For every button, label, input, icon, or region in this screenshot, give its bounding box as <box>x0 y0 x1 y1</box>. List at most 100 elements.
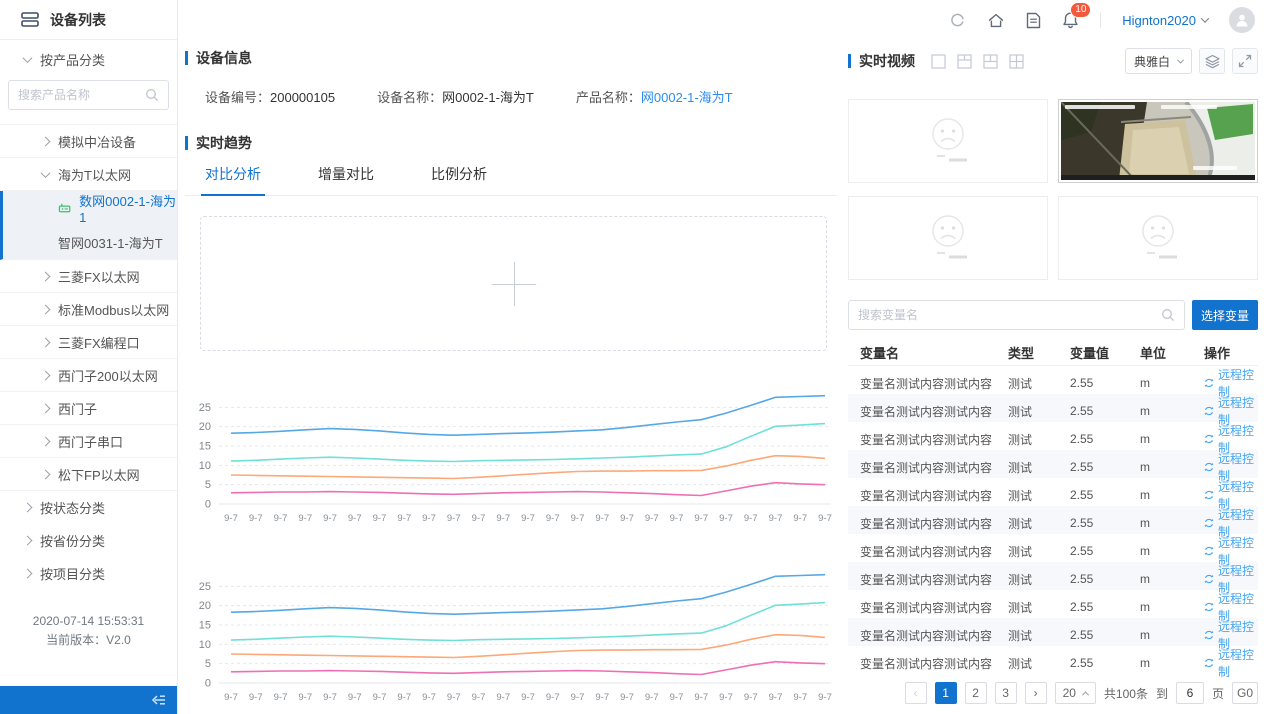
remote-control-label: 远程控制 <box>1218 646 1258 680</box>
trend-chart-1: 05101520259-79-79-79-79-79-79-79-79-79-7… <box>185 378 837 535</box>
collapse-sidebar-icon[interactable] <box>150 693 168 707</box>
tree-item-西门子[interactable]: 西门子 <box>0 392 177 425</box>
title-accent-bar <box>185 51 188 65</box>
tree-item-模拟中冶设备[interactable]: 模拟中冶设备 <box>0 125 177 158</box>
variable-search-input[interactable] <box>858 308 1161 322</box>
svg-text:9-7: 9-7 <box>546 513 560 524</box>
refresh-icon[interactable] <box>949 12 966 29</box>
cell-unit: m <box>1140 572 1204 586</box>
user-menu[interactable]: Hignton2020 <box>1122 13 1208 28</box>
cell-value: 2.55 <box>1070 572 1140 586</box>
cell-type: 测试 <box>1008 543 1070 560</box>
svg-text:9-7: 9-7 <box>274 692 288 703</box>
page-size-select[interactable]: 20 <box>1055 682 1096 704</box>
column-header-变量名: 变量名 <box>860 343 1008 362</box>
table-row: 变量名测试内容测试内容测试2.55m远程控制 <box>848 618 1258 646</box>
search-icon[interactable] <box>1161 308 1175 322</box>
page-button-3[interactable]: 3 <box>995 682 1017 704</box>
svg-text:9-7: 9-7 <box>447 692 461 703</box>
field-value[interactable]: 网0002-1-海为T <box>641 90 733 105</box>
tab-增量对比[interactable]: 增量对比 <box>318 164 374 195</box>
sidebar-category-按项目分类[interactable]: 按项目分类 <box>0 557 177 590</box>
svg-text:15: 15 <box>199 620 211 632</box>
tab-对比分析[interactable]: 对比分析 <box>205 164 261 195</box>
search-icon[interactable] <box>145 88 159 102</box>
video-slot-empty[interactable] <box>848 196 1048 280</box>
cell-type: 测试 <box>1008 487 1070 504</box>
cell-type: 测试 <box>1008 459 1070 476</box>
remote-control-icon <box>1204 433 1214 445</box>
cell-value: 2.55 <box>1070 656 1140 670</box>
table-row: 变量名测试内容测试内容测试2.55m远程控制 <box>848 590 1258 618</box>
notification-badge: 10 <box>1070 2 1091 18</box>
home-icon[interactable] <box>987 12 1005 29</box>
tree-child-数网0002-1-海为1[interactable]: 数网0002-1-海为1 <box>3 191 177 225</box>
video-slot-empty[interactable] <box>848 99 1048 183</box>
document-icon[interactable] <box>1026 12 1041 29</box>
fullscreen-icon[interactable] <box>1232 48 1258 74</box>
tree-child-智网0031-1-海为T[interactable]: 智网0031-1-海为T <box>3 225 177 259</box>
tab-比例分析[interactable]: 比例分析 <box>431 164 487 195</box>
trend-tabs: 对比分析 增量对比 比例分析 <box>185 164 837 196</box>
tree-item-西门子串口[interactable]: 西门子串口 <box>0 425 177 458</box>
layout-single-icon[interactable] <box>931 54 946 69</box>
video-slot-empty[interactable] <box>1058 196 1258 280</box>
video-grid <box>848 99 1258 280</box>
sidebar-category-按状态分类[interactable]: 按状态分类 <box>0 491 177 524</box>
page-button-2[interactable]: 2 <box>965 682 987 704</box>
cell-unit: m <box>1140 488 1204 502</box>
bell-icon[interactable]: 10 <box>1062 11 1079 29</box>
username: Hignton2020 <box>1122 13 1196 28</box>
svg-text:9-7: 9-7 <box>274 513 288 524</box>
total-count-label: 共100条 <box>1104 685 1148 702</box>
sidebar-group-label: 按产品分类 <box>40 50 105 69</box>
remote-control-link[interactable]: 远程控制 <box>1204 646 1258 680</box>
layout-one-plus-two-icon[interactable] <box>983 54 998 69</box>
page-button-1[interactable]: 1 <box>935 682 957 704</box>
select-variable-button[interactable]: 选择变量 <box>1192 300 1258 330</box>
cell-type: 测试 <box>1008 403 1070 420</box>
remote-control-icon <box>1204 377 1214 389</box>
cell-value: 2.55 <box>1070 516 1140 530</box>
product-search-input[interactable] <box>18 88 145 102</box>
chevron-down-icon <box>1177 56 1184 63</box>
layout-two-pane-icon[interactable] <box>957 54 972 69</box>
tree-item-松下FP以太网[interactable]: 松下FP以太网 <box>0 458 177 491</box>
layout-grid-2x2-icon[interactable] <box>1009 54 1024 69</box>
tree-item-三菱FX编程口[interactable]: 三菱FX编程口 <box>0 326 177 359</box>
tree-item-label: 西门子 <box>58 399 97 418</box>
cell-name: 变量名测试内容测试内容 <box>860 375 1008 392</box>
layers-icon[interactable] <box>1199 48 1225 74</box>
svg-text:9-7: 9-7 <box>744 692 758 703</box>
video-slot-live[interactable] <box>1058 99 1258 183</box>
svg-text:9-7: 9-7 <box>571 692 585 703</box>
field-label: 产品名称： <box>576 90 641 105</box>
go-button[interactable]: G0 <box>1232 682 1258 704</box>
svg-text:9-7: 9-7 <box>298 692 312 703</box>
tree-item-海为T以太网[interactable]: 海为T以太网 <box>0 158 177 191</box>
svg-text:9-7: 9-7 <box>472 513 486 524</box>
variable-table-header: 变量名类型变量值单位操作 <box>848 339 1258 366</box>
cell-type: 测试 <box>1008 375 1070 392</box>
tree-item-标准Modbus以太网[interactable]: 标准Modbus以太网 <box>0 293 177 326</box>
svg-text:9-7: 9-7 <box>620 692 634 703</box>
remote-control-icon <box>1204 489 1214 501</box>
sidebar-category-按省份分类[interactable]: 按省份分类 <box>0 524 177 557</box>
prev-page-button[interactable]: ‹ <box>905 682 927 704</box>
sidebar-footer-bar <box>0 686 177 714</box>
svg-text:15: 15 <box>199 441 211 453</box>
avatar[interactable] <box>1229 7 1255 33</box>
sidebar-header: 设备列表 <box>0 0 177 40</box>
table-row: 变量名测试内容测试内容测试2.55m远程控制 <box>848 562 1258 590</box>
svg-text:9-7: 9-7 <box>595 692 609 703</box>
remote-control-icon <box>1204 461 1214 473</box>
tree-item-西门子200以太网[interactable]: 西门子200以太网 <box>0 359 177 392</box>
add-chart-dropzone[interactable] <box>200 216 827 351</box>
trend-chart-2: 05101520259-79-79-79-79-79-79-79-79-79-7… <box>185 557 837 714</box>
tree-item-三菱FX以太网[interactable]: 三菱FX以太网 <box>0 260 177 293</box>
jump-page-input[interactable] <box>1176 682 1204 704</box>
theme-select[interactable]: 典雅白 <box>1125 48 1192 74</box>
chevron-right-icon <box>23 536 33 546</box>
sidebar-group-products[interactable]: 按产品分类 <box>0 40 177 78</box>
next-page-button[interactable]: › <box>1025 682 1047 704</box>
